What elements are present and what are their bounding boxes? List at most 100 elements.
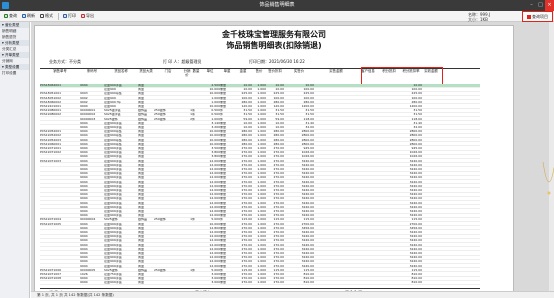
table-cell: 1.000 (257, 109, 266, 113)
table-row[interactable]: PXS19071005 9994 足金999手链 黄金 10.000 重量 270.00 1.… (40, 223, 480, 227)
table-row[interactable]: PXS18051002 9992 足金999 黄金 1.000 重量 100.00 1.000… (40, 97, 480, 101)
table-row[interactable]: 9994 足金999手链 黄金 12.000 重量 270.00 1.000 270.00 32… (40, 168, 480, 172)
table-row[interactable]: PXS19071004 90000004 S925银饰 银饰品 250银饰 1 件 5.000… (40, 218, 480, 223)
table-row[interactable]: 9994 足金999手链 黄金 3.800 重量 270.00 1.000 270.00 102… (40, 155, 480, 160)
table-cell: 115.00 (241, 218, 253, 222)
table-cell: PXS19052003 (40, 138, 62, 142)
table-row[interactable]: PXS19101001 9990 足金999 黄金 10.000 重量 120.00 1.00… (40, 105, 480, 109)
table-row[interactable]: 9994 足金999手链 黄金 3.200 重量 10.00 1.000 10.00 32.00… (40, 126, 480, 130)
table-row[interactable]: 9994 足金999手链 黄金 12.000 重量 270.00 1.000 270.00 32… (40, 260, 480, 265)
table-cell: 250银饰 (154, 113, 166, 117)
table-cell: 31.40 (413, 121, 422, 125)
table-row[interactable]: 9994 足金999手链 黄金 12.000 重量 270.00 1.000 270.00 32… (40, 181, 480, 185)
close-button[interactable]: × (545, 0, 554, 11)
table-row[interactable]: 足金999 黄金 10.000 重量 10.00 1.000 10.00 100.00 100.… (40, 88, 480, 92)
table-row[interactable]: 9994 足金999手链 黄金 12.000 重量 270.00 1.000 270.00 32… (40, 256, 480, 260)
table-row[interactable]: 9994 足金999手链 黄金 12.000 重量 270.00 1.000 270.00 32… (40, 235, 480, 239)
table-cell: 足金999手链 (104, 243, 122, 247)
table-row[interactable]: PXS18051001 9993 足金999吊坠 黄金 10.000 重量 225.00 1.… (40, 92, 480, 97)
sidebar-item[interactable]: 打印设置 (0, 70, 29, 76)
table-cell: 重量 (220, 226, 227, 230)
table-cell: 270.00 (273, 256, 285, 260)
toolbar-print-button[interactable]: 打印 (61, 12, 78, 21)
table-row[interactable]: 90000003 S925银饰 银饰品 250银饰 2 件 1.000 件 59.00 1.000… (40, 118, 480, 122)
table-row[interactable]: 9994 足金999手链 黄金 12.000 重量 270.00 1.000 270.00 32… (40, 244, 480, 248)
table-row[interactable]: 9994 足金999手链 黄金 12.000 重量 270.00 1.000 270.00 32… (40, 202, 480, 206)
table-cell: 3240.00 (301, 210, 314, 213)
table-row[interactable]: PXS19052002 9994 足金999吊坠 黄金 10.000 重量 280.00 1.… (40, 134, 480, 139)
table-cell: 重量 (220, 84, 227, 87)
table-row[interactable]: PXS19071008 9994 足金999手链 黄金 3.000 重量 270.00 1.0… (40, 277, 480, 281)
table-cell: S925银饰 (104, 218, 118, 222)
maximize-button[interactable]: □ (536, 0, 545, 11)
table-row[interactable]: 9994 足金999手链 黄金 12.000 重量 270.00 1.000 270.00 32… (40, 231, 480, 235)
table-cell: 115.00 (411, 268, 423, 272)
table-row[interactable]: 9994 足金999手链 黄金 3.140 重量 10.00 1.000 10.00 31.40… (40, 122, 480, 126)
table-cell: 2700.00 (409, 222, 422, 226)
table-cell: 9994 (80, 193, 88, 197)
table-row[interactable]: 9994 足金999手链 黄金 12.000 重量 270.00 1.000 270.00 32… (40, 206, 480, 210)
table-row[interactable]: PXS19080001 90000001 S925银手链 银饰品 250银饰 1 条 0.50… (40, 109, 480, 113)
table-row[interactable]: PXS18060002 9992 足金999 Hp 黄金 1.000 重量 280.00 1.… (40, 101, 480, 105)
table-cell: 足金999吊坠 (104, 130, 122, 134)
vertical-scrollbar[interactable] (549, 22, 554, 298)
table-row[interactable]: PXS19052001 9994 足金999吊坠 黄金 10.000 重量 280.00 1.… (40, 130, 480, 134)
table-cell: 59.00 (275, 117, 284, 121)
table-cell: 9994 (80, 256, 88, 260)
minimize-button[interactable]: – (527, 0, 536, 11)
toolbar-export-button[interactable]: 导出 (79, 12, 96, 21)
table-row[interactable]: 9994 足金999手链 黄金 12.000 重量 270.00 1.000 270.00 32… (40, 214, 480, 218)
table-cell: 重量 (220, 281, 227, 285)
table-cell: 足金999手链 (104, 163, 122, 167)
table-row[interactable]: PXS19071003 9994 足金999手链 黄金 12.000 重量 270.00 1.… (40, 160, 480, 164)
table-cell: 黄金 (138, 176, 145, 180)
table-row[interactable]: 9994 足金999手链 黄金 12.000 重量 270.00 1.000 270.00 32… (40, 189, 480, 193)
table-row[interactable]: PXS19071007 1026 足金750手链 黄金 3.000 重量 270.00 1.0… (40, 273, 480, 277)
table-cell: 1.000 (257, 163, 266, 167)
table-row[interactable]: 9994 足金999手链 黄金 3.000 重量 270.00 1.000 270.00 810… (40, 281, 480, 286)
table-cell: 足金999手链 (104, 159, 122, 163)
table-row[interactable]: PXS19071006 90000005 S925银饰 银饰品 250银饰 1 件 5.000… (40, 269, 480, 273)
table-row[interactable]: 9994 足金999手链 黄金 12.000 重量 270.00 1.000 270.00 32… (40, 210, 480, 214)
table-row[interactable]: 9994 足金999手链 黄金 12.000 重量 270.00 1.000 270.00 32… (40, 172, 480, 176)
table-row[interactable]: 9994 足金999手链 黄金 12.800 重量 270.00 1.000 270.00 34… (40, 227, 480, 231)
table-row[interactable]: PXS19080002 90000002 S925银手链 银饰品 250银饰 1 条 0.50… (40, 113, 480, 118)
table-cell: 3240.00 (409, 189, 422, 192)
table-cell: 280.00 (241, 100, 253, 104)
table-row[interactable]: 9994 足金999手链 黄金 12.000 重量 270.00 1.000 270.00 32… (40, 239, 480, 244)
table-cell: 黄金 (138, 231, 145, 234)
table-cell: 1.000 (257, 222, 266, 226)
table-cell: 足金999手链 (104, 210, 122, 213)
table-cell: 黄金 (138, 264, 145, 268)
table-row[interactable]: 9994 足金999手链 黄金 12.000 重量 270.00 1.000 270.00 32… (40, 252, 480, 256)
toolbar-refresh-button[interactable]: 刷新 (20, 12, 37, 21)
table-row[interactable]: 9994 足金999手链 黄金 12.000 重量 270.00 1.000 270.00 32… (40, 248, 480, 252)
table-row[interactable]: PXS18062001 9994 足金999手链 黄金 2.500 重量 10.00 1.00… (40, 84, 480, 88)
table-row[interactable]: 9994 足金999手链 黄金 12.000 重量 270.00 1.000 270.00 32… (40, 197, 480, 202)
table-cell: 3.500 (211, 147, 220, 150)
table-row[interactable]: PXS19060001 9994 足金999吊坠 黄金 10.000 重量 280.00 1.… (40, 143, 480, 147)
table-cell: 足金999手链 (104, 168, 122, 171)
table-cell: 足金999手链 (104, 189, 122, 192)
table-cell: 黄金 (138, 130, 145, 134)
table-cell: 黄金 (138, 88, 145, 92)
table-row[interactable]: PXS19052003 9994 足金999吊坠 黄金 10.000 重量 280.00 1.… (40, 139, 480, 143)
table-cell: 黄金 (138, 155, 145, 159)
table-row[interactable]: 9994 足金999手链 黄金 12.000 重量 270.00 1.000 270.00 32… (40, 164, 480, 168)
table-row[interactable]: 9994 足金999手链 黄金 12.000 重量 270.00 1.000 270.00 32… (40, 185, 480, 189)
table-cell: 9994 (80, 277, 88, 281)
table-cell: 足金999手链 (104, 247, 122, 251)
table-cell: 280.00 (273, 130, 285, 134)
table-row[interactable]: 9994 足金999手链 黄金 12.000 重量 270.00 1.000 270.00 32… (40, 265, 480, 269)
table-row[interactable]: PXS19071001 9994 足金999手链 黄金 3.500 重量 270.00 1.0… (40, 147, 480, 151)
table-cell: 黄金 (138, 277, 145, 281)
table-row[interactable]: 9994 足金999手链 黄金 12.000 重量 270.00 1.000 270.00 32… (40, 193, 480, 197)
toolbar-format-button[interactable]: 格式 (38, 12, 55, 21)
table-row[interactable]: PXS19071002 9994 足金999手链 黄金 3.800 重量 270.00 1.0… (40, 151, 480, 155)
query-items-button[interactable]: 查询项目 (522, 11, 553, 22)
table-cell: 3240.00 (409, 231, 422, 234)
table-row[interactable]: 9994 足金999手链 黄金 12.000 重量 270.00 1.000 270.00 32… (40, 176, 480, 181)
toolbar-query-button[interactable]: 查询 (2, 12, 19, 21)
table-cell: 黄金 (138, 92, 145, 96)
table-cell: 足金999吊坠 (104, 138, 122, 142)
